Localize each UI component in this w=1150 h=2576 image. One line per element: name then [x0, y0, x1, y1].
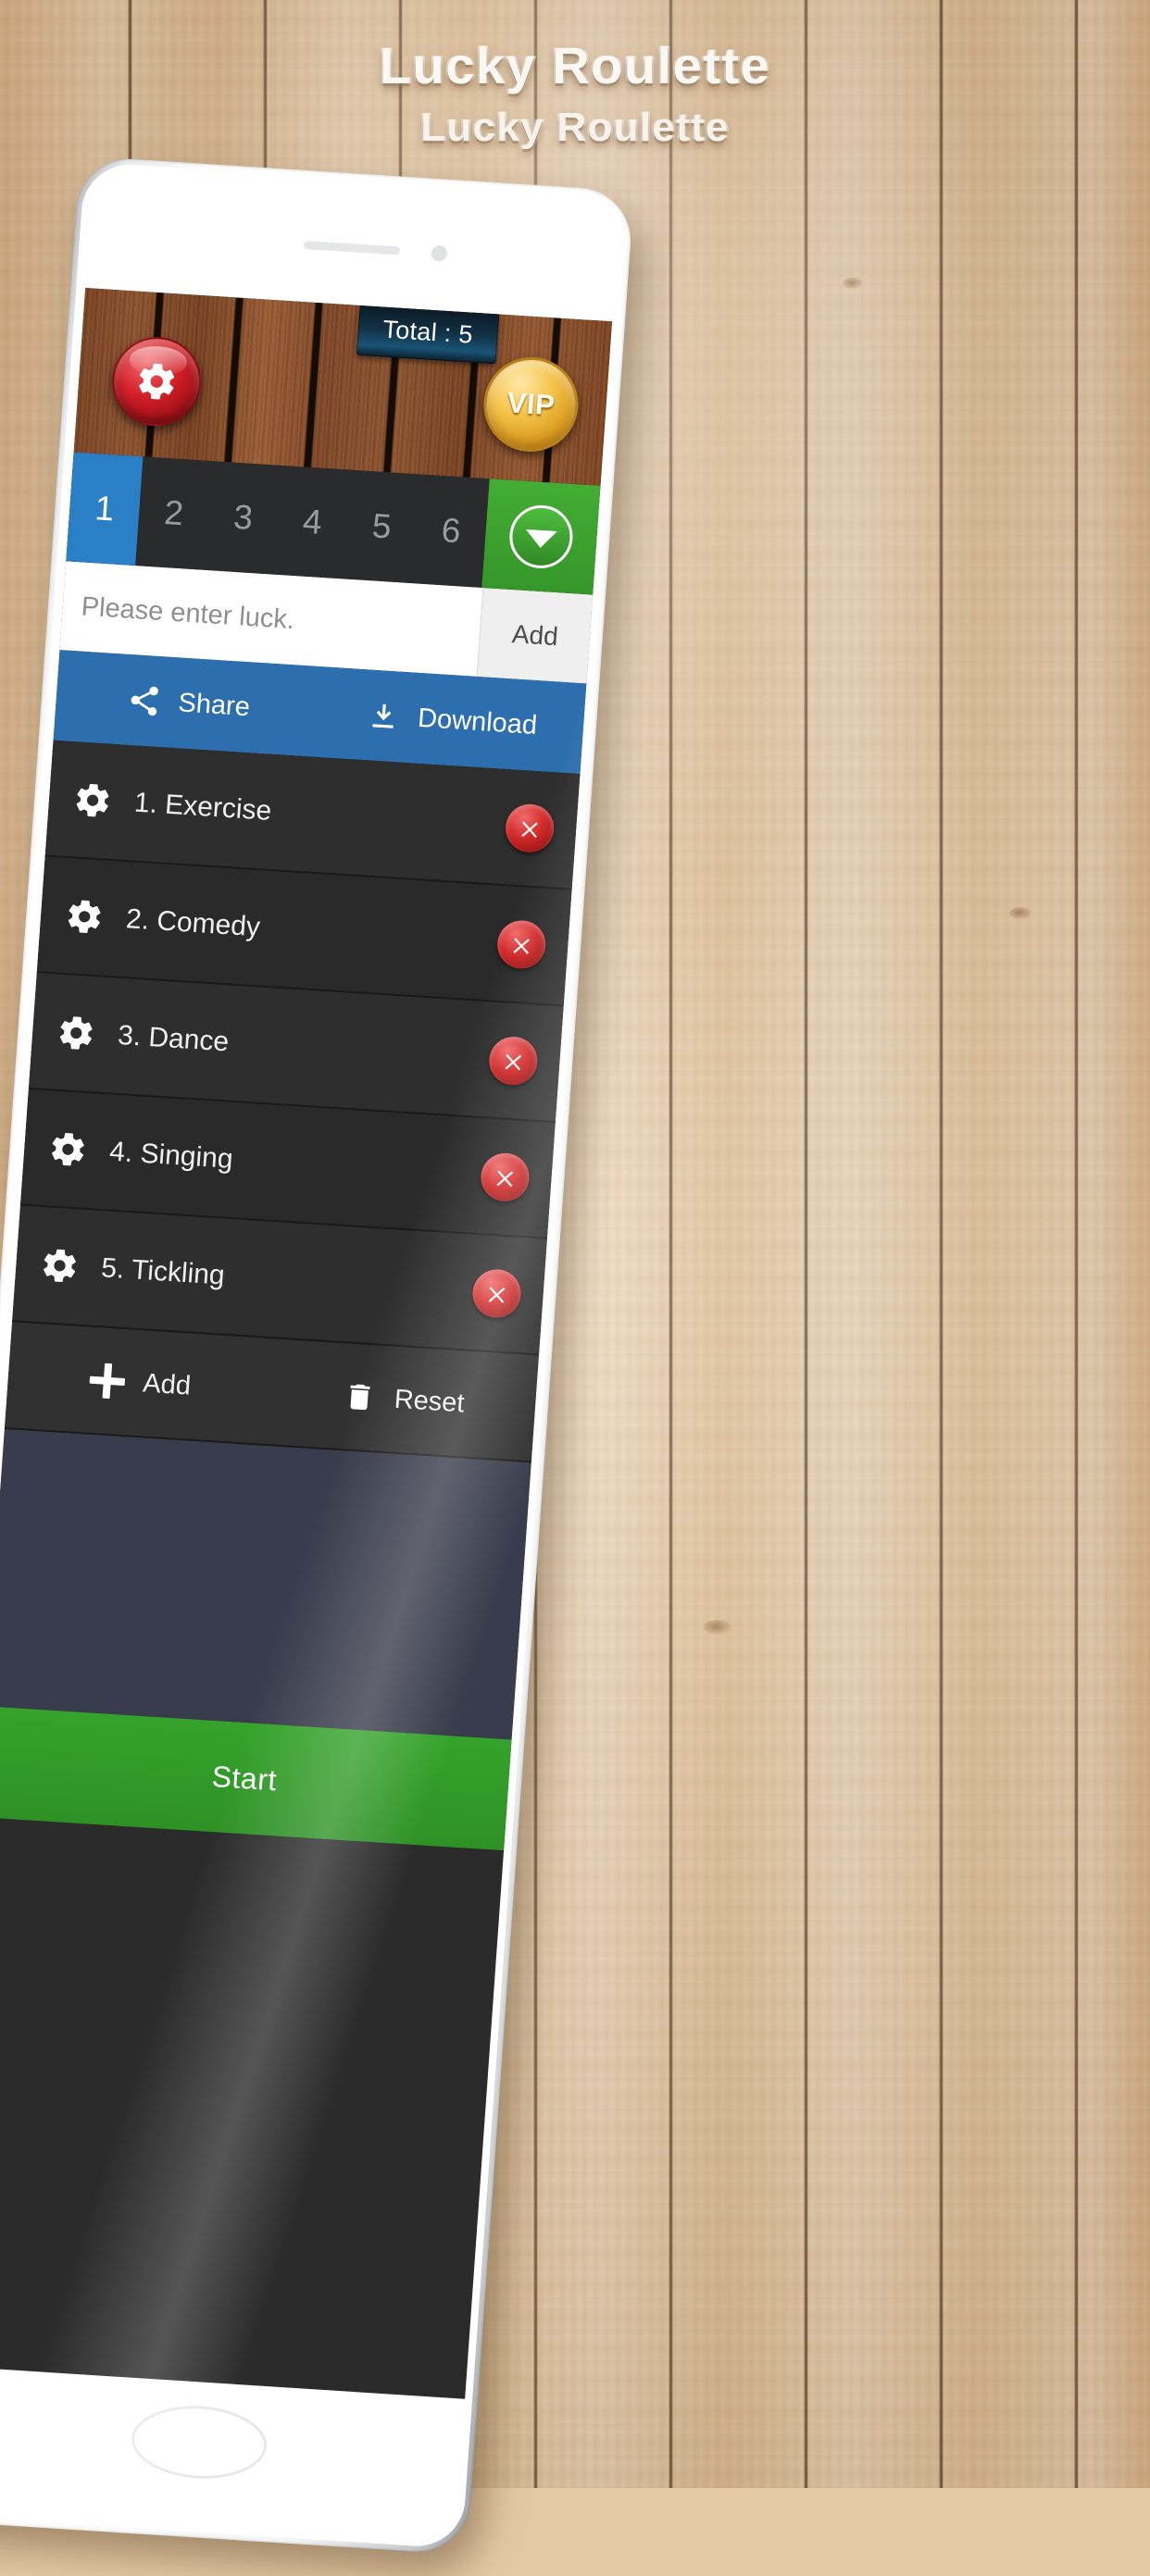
list-item-label: 2. Comedy	[124, 903, 262, 943]
delete-button[interactable]	[487, 1035, 540, 1087]
reset-button[interactable]: Reset	[268, 1338, 538, 1461]
total-badge: Total : 5	[356, 303, 500, 365]
gear-icon	[76, 783, 109, 817]
delete-button[interactable]	[479, 1151, 531, 1203]
dropdown-button[interactable]	[481, 479, 601, 595]
gear-icon	[51, 1133, 84, 1166]
vip-label: VIP	[506, 386, 556, 422]
wood-knot	[843, 278, 863, 289]
add-button[interactable]: Add	[5, 1322, 275, 1444]
gear-icon	[68, 900, 101, 933]
home-button[interactable]	[129, 2401, 269, 2483]
list-item-label: 1. Exercise	[132, 787, 273, 827]
trash-icon	[350, 1384, 370, 1411]
close-icon	[496, 1170, 514, 1188]
delete-button[interactable]	[470, 1267, 523, 1320]
download-label: Download	[417, 703, 539, 740]
add-button-label: Add	[142, 1367, 193, 1401]
close-icon	[513, 938, 530, 954]
share-icon	[131, 686, 158, 716]
share-label: Share	[177, 687, 251, 722]
tab-1[interactable]: 1	[66, 452, 144, 566]
download-icon	[372, 703, 394, 728]
settings-button[interactable]	[108, 334, 205, 429]
tab-6[interactable]: 6	[413, 474, 490, 587]
vip-button[interactable]: VIP	[480, 354, 581, 455]
tab-3[interactable]: 3	[205, 461, 281, 574]
tab-5[interactable]: 5	[344, 470, 420, 583]
plus-icon	[88, 1363, 126, 1400]
wood-knot	[1009, 907, 1031, 919]
gear-icon	[44, 1249, 76, 1283]
list-item-label: 5. Tickling	[100, 1252, 226, 1291]
tab-2[interactable]: 2	[135, 456, 212, 569]
close-icon	[488, 1287, 506, 1303]
gear-icon	[139, 363, 175, 400]
download-button[interactable]: Download	[317, 666, 586, 774]
gear-icon	[59, 1016, 93, 1050]
close-icon	[521, 821, 538, 839]
list-item-label: 3. Dance	[117, 1019, 231, 1058]
list-item-label: 4. Singing	[108, 1136, 234, 1176]
dropdown-circle	[507, 503, 575, 570]
app-header: Total : 5 VIP	[73, 288, 613, 486]
wood-knot	[704, 1620, 731, 1635]
delete-button[interactable]	[504, 803, 556, 854]
close-icon	[505, 1053, 522, 1071]
earpiece-speaker	[303, 240, 401, 255]
delete-button[interactable]	[495, 918, 548, 971]
luck-items-list: 1. Exercise 2. Comedy 3. Dance 4. Singin…	[12, 740, 581, 1356]
chevron-down-icon	[524, 529, 557, 549]
front-camera	[431, 244, 448, 262]
tab-4[interactable]: 4	[274, 466, 351, 579]
roulette-wheel-area[interactable]	[0, 1428, 531, 1740]
share-button[interactable]: Share	[54, 650, 323, 757]
reset-button-label: Reset	[393, 1384, 466, 1418]
add-entry-button[interactable]: Add	[476, 587, 594, 684]
